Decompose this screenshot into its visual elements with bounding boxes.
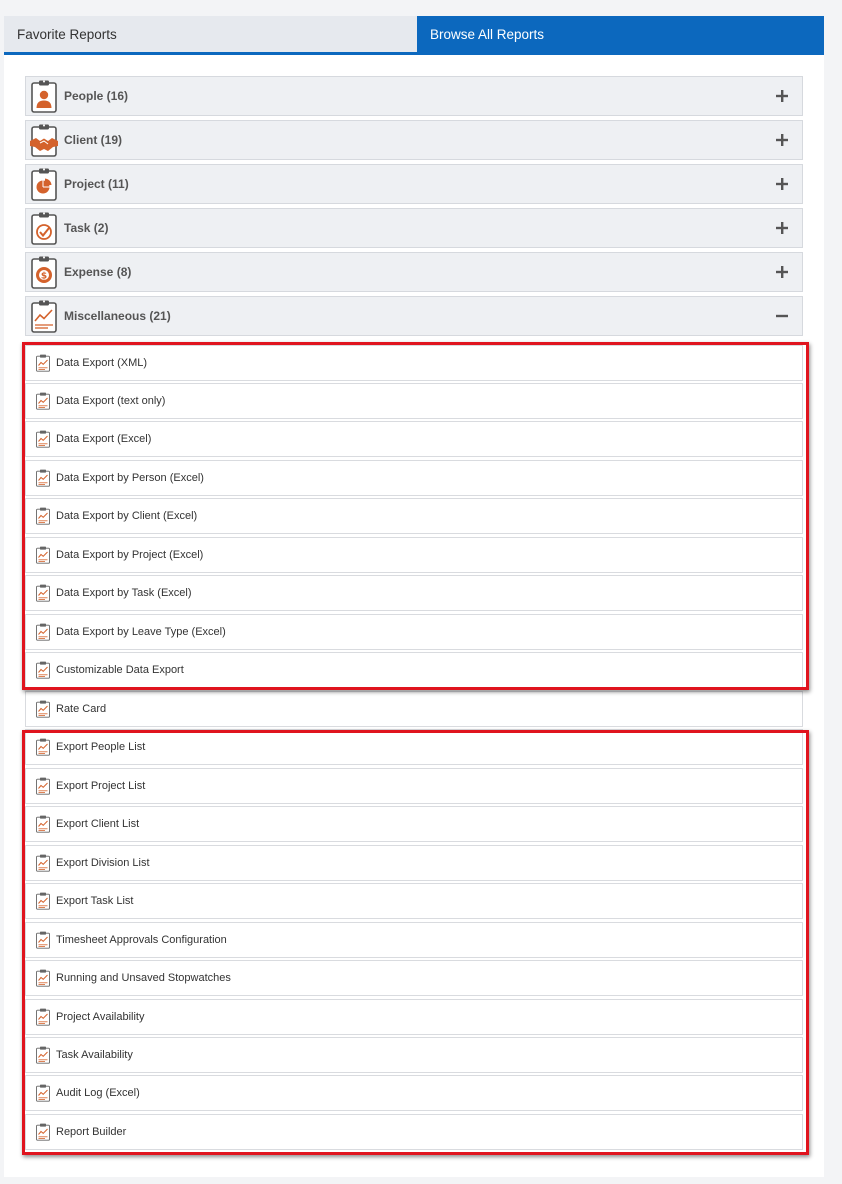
- report-item-label: Rate Card: [56, 703, 107, 715]
- report-clipboard-icon: [35, 392, 51, 410]
- report-clipboard-icon: [35, 854, 51, 872]
- report-item-label: Export Project List: [56, 780, 146, 792]
- report-item[interactable]: Report Builder: [25, 1114, 803, 1150]
- report-item[interactable]: Export Division List: [25, 845, 803, 881]
- report-clipboard-icon: [35, 546, 51, 564]
- report-item[interactable]: Data Export (Excel): [25, 421, 803, 457]
- report-clipboard-icon: [35, 584, 51, 602]
- report-item-label: Export Task List: [56, 895, 134, 907]
- report-item[interactable]: Export Project List: [25, 768, 803, 804]
- tab-favorite-reports-label: Favorite Reports: [17, 26, 117, 42]
- tab-browse-all-reports[interactable]: Browse All Reports: [417, 16, 824, 52]
- handshake-clipboard-icon: [30, 123, 58, 157]
- report-clipboard-icon: [35, 1123, 51, 1141]
- report-clipboard-icon: [35, 1008, 51, 1026]
- report-item-label: Data Export by Project (Excel): [56, 549, 204, 561]
- report-item[interactable]: Data Export by Person (Excel): [25, 460, 803, 496]
- report-item-label: Export Client List: [56, 818, 140, 830]
- report-item-label: Customizable Data Export: [56, 664, 184, 676]
- report-item[interactable]: Export Client List: [25, 806, 803, 842]
- report-clipboard-icon: [35, 430, 51, 448]
- tab-browse-all-reports-label: Browse All Reports: [430, 26, 545, 42]
- category-miscellaneous[interactable]: Miscellaneous (21): [25, 296, 803, 336]
- report-item[interactable]: Project Availability: [25, 999, 803, 1035]
- report-tabs: Favorite Reports Browse All Reports: [4, 16, 824, 52]
- report-item[interactable]: Timesheet Approvals Configuration: [25, 922, 803, 958]
- report-item[interactable]: Data Export by Task (Excel): [25, 575, 803, 611]
- report-clipboard-icon: [35, 700, 51, 718]
- report-item-label: Data Export by Client (Excel): [56, 510, 198, 522]
- report-item-label: Data Export by Task (Excel): [56, 587, 192, 599]
- report-clipboard-icon: [35, 1084, 51, 1102]
- minus-icon[interactable]: [772, 306, 792, 326]
- line-chart-clipboard-icon: [29, 299, 59, 333]
- report-item-label: Export People List: [56, 741, 146, 753]
- person-clipboard-icon: [29, 79, 59, 113]
- report-item[interactable]: Data Export by Client (Excel): [25, 498, 803, 534]
- plus-icon[interactable]: [772, 218, 792, 238]
- report-item[interactable]: Audit Log (Excel): [25, 1075, 803, 1111]
- report-item-label: Report Builder: [56, 1126, 127, 1138]
- category-project-label: Project (11): [64, 177, 129, 191]
- report-item[interactable]: Running and Unsaved Stopwatches: [25, 960, 803, 996]
- category-expense-label: Expense (8): [64, 265, 132, 279]
- report-clipboard-icon: [35, 507, 51, 525]
- category-project[interactable]: Project (11): [25, 164, 803, 204]
- report-item-label: Data Export (text only): [56, 395, 166, 407]
- report-clipboard-icon: [35, 661, 51, 679]
- report-item-label: Data Export (XML): [56, 357, 148, 369]
- report-item[interactable]: Customizable Data Export: [25, 652, 803, 688]
- report-clipboard-icon: [35, 1046, 51, 1064]
- report-item[interactable]: Export People List: [25, 729, 803, 765]
- category-miscellaneous-label: Miscellaneous (21): [64, 309, 171, 323]
- plus-icon[interactable]: [772, 174, 792, 194]
- report-item[interactable]: Data Export by Leave Type (Excel): [25, 614, 803, 650]
- report-clipboard-icon: [35, 469, 51, 487]
- report-item-label: Data Export by Person (Excel): [56, 472, 204, 484]
- dollar-clipboard-icon: $: [29, 255, 59, 289]
- report-clipboard-icon: [35, 815, 51, 833]
- report-item[interactable]: Data Export (text only): [25, 383, 803, 419]
- checkmark-clipboard-icon: [29, 211, 59, 245]
- plus-icon[interactable]: [772, 262, 792, 282]
- report-item[interactable]: Export Task List: [25, 883, 803, 919]
- report-item[interactable]: Data Export by Project (Excel): [25, 537, 803, 573]
- report-clipboard-icon: [35, 931, 51, 949]
- report-clipboard-icon: [35, 623, 51, 641]
- report-item[interactable]: Data Export (XML): [25, 345, 803, 381]
- pie-chart-clipboard-icon: [29, 167, 59, 201]
- report-clipboard-icon: [35, 892, 51, 910]
- report-item-label: Running and Unsaved Stopwatches: [56, 972, 231, 984]
- report-item-label: Audit Log (Excel): [56, 1087, 140, 1099]
- category-task-label: Task (2): [64, 221, 109, 235]
- category-people-label: People (16): [64, 89, 129, 103]
- report-item-label: Data Export by Leave Type (Excel): [56, 626, 226, 638]
- category-task[interactable]: Task (2): [25, 208, 803, 248]
- report-item-label: Timesheet Approvals Configuration: [56, 934, 227, 946]
- report-clipboard-icon: [35, 354, 51, 372]
- report-clipboard-icon: [35, 738, 51, 756]
- category-expense[interactable]: $ Expense (8): [25, 252, 803, 292]
- report-clipboard-icon: [35, 969, 51, 987]
- report-item-label: Data Export (Excel): [56, 433, 152, 445]
- plus-icon[interactable]: [772, 86, 792, 106]
- category-client-label: Client (19): [64, 133, 123, 147]
- tab-favorite-reports[interactable]: Favorite Reports: [4, 16, 417, 52]
- category-people[interactable]: People (16): [25, 76, 803, 116]
- report-item-label: Project Availability: [56, 1011, 145, 1023]
- report-item[interactable]: Task Availability: [25, 1037, 803, 1073]
- report-item-label: Task Availability: [56, 1049, 133, 1061]
- svg-text:$: $: [41, 272, 47, 282]
- report-clipboard-icon: [35, 777, 51, 795]
- report-item[interactable]: Rate Card: [25, 691, 803, 727]
- plus-icon[interactable]: [772, 130, 792, 150]
- category-client[interactable]: Client (19): [25, 120, 803, 160]
- report-item-label: Export Division List: [56, 857, 150, 869]
